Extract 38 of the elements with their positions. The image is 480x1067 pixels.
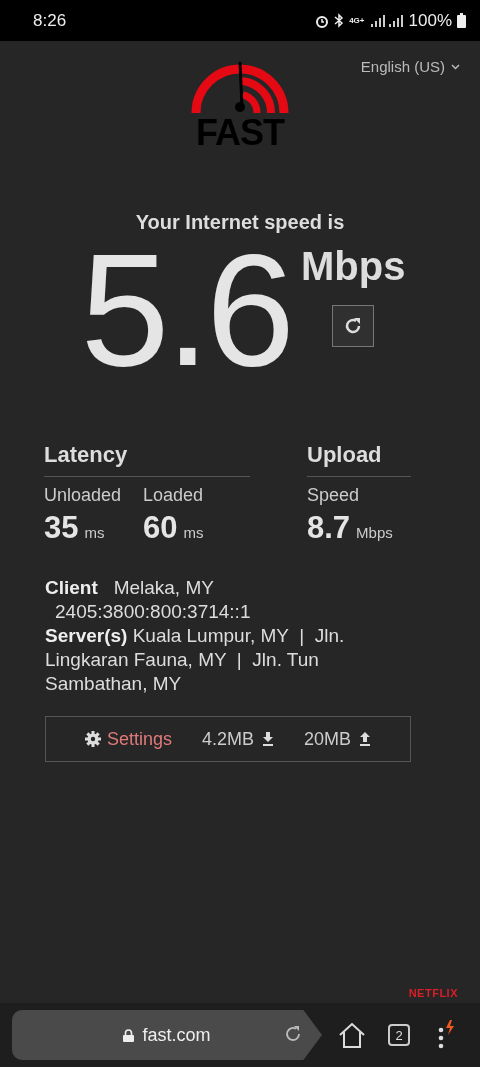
signal-icon <box>369 14 404 27</box>
home-icon[interactable] <box>338 1021 366 1049</box>
download-icon <box>262 732 274 746</box>
upload-size: 20MB <box>304 728 352 750</box>
speed-unit: Mbps <box>301 244 406 289</box>
reload-icon <box>284 1025 302 1043</box>
alarm-icon <box>315 13 330 28</box>
metric-unit: Mbps <box>356 524 393 541</box>
server-info: Server(s) Kuala Lumpur, MY | Jln. Lingkaran Fauna, MY | Jln. Tun Sambathan, MY <box>45 624 346 696</box>
chevron-down-icon <box>451 63 460 70</box>
battery-percent: 100% <box>408 10 452 31</box>
tab-count[interactable]: 2 <box>388 1024 410 1046</box>
client-info: Client Melaka, MY 2405:3800:800:3714::1 <box>45 576 252 624</box>
language-selector[interactable]: English (US) <box>360 58 460 75</box>
speedometer-icon <box>191 59 289 115</box>
metric-value: 60 <box>143 510 178 546</box>
clock-time: 8:26 <box>33 10 67 31</box>
refresh-button[interactable] <box>332 305 375 347</box>
bluetooth-icon <box>334 13 345 28</box>
address-bar[interactable]: fast.com <box>12 1010 322 1060</box>
lock-icon <box>123 1028 135 1042</box>
metric-unit: ms <box>183 524 204 541</box>
settings-icon <box>84 731 101 747</box>
metric-label: Speed <box>307 485 361 506</box>
settings-link[interactable]: Settings <box>84 728 172 750</box>
upload-icon <box>359 732 372 746</box>
section-title: Upload <box>307 442 411 477</box>
network-type: 4G+ <box>349 16 365 25</box>
metric-label: Unloaded <box>44 485 122 506</box>
section-title: Latency <box>44 442 250 477</box>
brand-logo: NETFLIX <box>408 987 458 999</box>
metric-value: 35 <box>44 510 79 546</box>
metric-value: 8.7 <box>307 510 351 546</box>
battery-icon <box>457 13 466 28</box>
menu-icon[interactable] <box>436 1020 456 1050</box>
metric-unit: ms <box>84 524 105 541</box>
download-size: 4.2MB <box>202 728 254 750</box>
metric-label: Loaded <box>143 485 204 506</box>
